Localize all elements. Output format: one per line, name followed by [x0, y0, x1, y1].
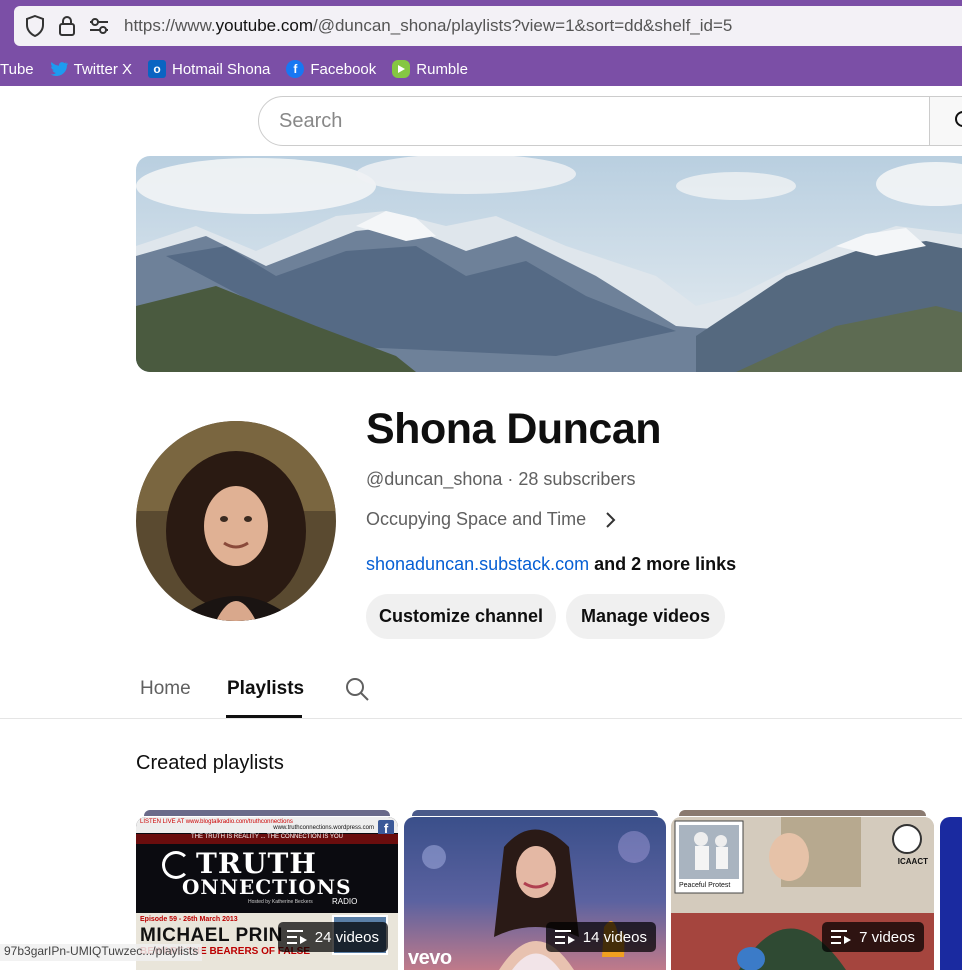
playlist-icon [831, 930, 852, 944]
channel-description[interactable]: Occupying Space and Time [366, 509, 620, 530]
search-icon[interactable] [344, 676, 370, 702]
playlist-thumbnail[interactable] [940, 817, 962, 970]
bookmark-hotmail[interactable]: o Hotmail Shona [148, 60, 270, 78]
bookmark-youtube[interactable]: Tube [0, 61, 34, 78]
address-bar[interactable]: https://www.youtube.com/@duncan_shona/pl… [14, 6, 962, 46]
playlist-card[interactable]: vevo 14 videos [404, 810, 666, 970]
channel-avatar[interactable] [136, 421, 336, 621]
url-text[interactable]: https://www.youtube.com/@duncan_shona/pl… [124, 16, 732, 36]
channel-handle: @duncan_shona [366, 469, 503, 489]
search-icon [955, 111, 962, 127]
channel-banner [136, 156, 962, 372]
section-title: Created playlists [136, 752, 284, 774]
vevo-logo: vevo [408, 947, 452, 969]
more-links[interactable]: and 2 more links [589, 554, 736, 574]
browser-toolbar: https://www.youtube.com/@duncan_shona/pl… [0, 0, 962, 86]
playlist-icon [554, 930, 575, 944]
rumble-icon [392, 60, 411, 78]
search-placeholder: Search [279, 109, 343, 132]
active-tab-indicator [226, 715, 302, 718]
page-settings-icon[interactable] [88, 15, 110, 37]
subscriber-count: 28 subscribers [518, 469, 636, 489]
search-button[interactable] [929, 96, 962, 146]
customize-channel-button[interactable]: Customize channel [366, 594, 556, 639]
channel-meta: @duncan_shona · 28 subscribers [366, 469, 636, 489]
video-count-badge: 14 videos [545, 922, 656, 952]
manage-videos-button[interactable]: Manage videos [566, 594, 725, 639]
bookmark-twitter[interactable]: Twitter X [50, 60, 132, 78]
bookmark-facebook[interactable]: f Facebook [286, 60, 376, 78]
outlook-icon: o [148, 60, 166, 78]
video-count-badge: 7 videos [822, 922, 924, 952]
channel-link[interactable]: shonaduncan.substack.com [366, 554, 589, 574]
lock-icon[interactable] [56, 15, 78, 37]
video-count-badge: 24 videos [277, 922, 388, 952]
channel-name: Shona Duncan [366, 405, 662, 453]
search-input[interactable]: Search [258, 96, 930, 146]
tab-playlists[interactable]: Playlists [227, 678, 304, 700]
twitter-icon [50, 60, 68, 78]
bookmark-rumble[interactable]: Rumble [392, 60, 468, 78]
chevron-right-icon [606, 511, 616, 528]
playlist-icon [286, 930, 307, 944]
tab-home[interactable]: Home [140, 678, 191, 700]
bookmarks-bar: Tube Twitter X o Hotmail Shona f Faceboo… [0, 54, 484, 84]
playlist-card[interactable]: Peaceful Protest ICAACT 7 videos [671, 810, 934, 970]
facebook-icon: f [286, 60, 305, 78]
channel-tabs: Home Playlists [0, 660, 962, 719]
playlist-card[interactable] [940, 810, 962, 970]
channel-links: shonaduncan.substack.com and 2 more link… [366, 554, 736, 575]
shield-icon[interactable] [24, 15, 46, 37]
status-bar: 97b3garIPn-UMIQTuwzec.../playlists [0, 944, 203, 961]
